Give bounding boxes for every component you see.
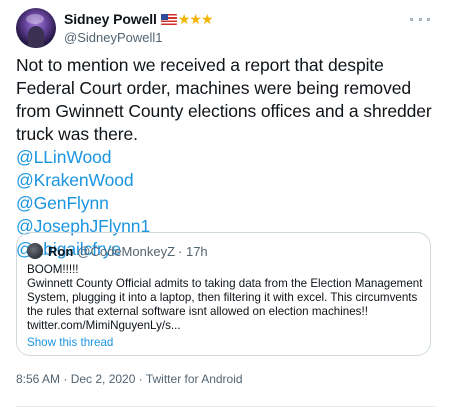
avatar-highlight bbox=[26, 14, 44, 24]
author-handle[interactable]: @SidneyPowell1 bbox=[64, 30, 213, 45]
quoted-author-handle: @CodeMonkeyZ bbox=[77, 243, 176, 259]
divider bbox=[16, 406, 436, 407]
more-options-icon[interactable] bbox=[410, 14, 430, 24]
author-names: Sidney Powell ★★★ @SidneyPowell1 bbox=[64, 10, 213, 45]
mention-link[interactable]: @GenFlynn bbox=[16, 192, 436, 215]
tweet-text: Not to mention we received a report that… bbox=[16, 55, 432, 144]
us-flag-icon bbox=[160, 13, 177, 25]
author-avatar[interactable] bbox=[16, 8, 56, 48]
star-icons: ★★★ bbox=[177, 11, 214, 27]
tweet-timestamp[interactable]: 8:56 AM · Dec 2, 2020 · Twitter for Andr… bbox=[16, 372, 243, 386]
tweet-header: Sidney Powell ★★★ @SidneyPowell1 bbox=[16, 8, 436, 48]
mention-link[interactable]: @LLinWood bbox=[16, 146, 436, 169]
mention-link[interactable]: @KrakenWood bbox=[16, 169, 436, 192]
quoted-tweet-time: · 17h bbox=[178, 243, 208, 259]
quoted-tweet[interactable]: Ron @CodeMonkeyZ · 17h BOOM!!!!! Gwinnet… bbox=[16, 232, 431, 356]
tweet-body: Not to mention we received a report that… bbox=[16, 54, 436, 261]
quoted-tweet-text: BOOM!!!!! Gwinnett County Official admit… bbox=[27, 263, 423, 332]
avatar-figure bbox=[28, 26, 44, 48]
quoted-author-avatar bbox=[27, 243, 43, 259]
author-display-name[interactable]: Sidney Powell bbox=[64, 11, 157, 27]
tweet-card: Sidney Powell ★★★ @SidneyPowell1 Not to … bbox=[0, 0, 450, 408]
display-name-row: Sidney Powell ★★★ bbox=[64, 10, 213, 28]
show-thread-link[interactable]: Show this thread bbox=[27, 336, 113, 349]
quoted-author-name: Ron bbox=[48, 243, 74, 259]
quoted-tweet-header: Ron @CodeMonkeyZ · 17h bbox=[27, 243, 208, 259]
